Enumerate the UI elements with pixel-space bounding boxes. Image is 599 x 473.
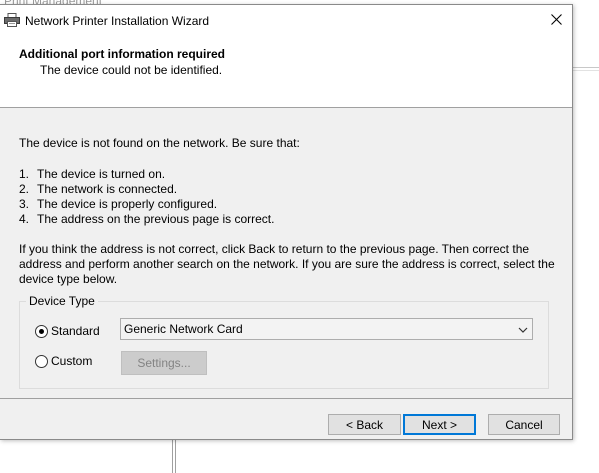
- intro-text: The device is not found on the network. …: [19, 136, 300, 150]
- back-button[interactable]: < Back: [328, 414, 401, 435]
- standard-radio-label[interactable]: Standard: [51, 324, 100, 338]
- cancel-button[interactable]: Cancel: [488, 414, 560, 435]
- checklist-text: The device is turned on.: [37, 167, 166, 181]
- checklist-item: 4. The address on the previous page is co…: [19, 212, 274, 226]
- next-button[interactable]: Next >: [403, 414, 476, 435]
- close-button[interactable]: [540, 5, 572, 36]
- page-subtitle: The device could not be identified.: [40, 63, 223, 77]
- checklist-text: The network is connected.: [37, 182, 178, 196]
- checklist-item: 2. The network is connected.: [19, 182, 177, 196]
- standard-radio-option[interactable]: Standard: [35, 324, 100, 338]
- network-printer-wizard-dialog: Network Printer Installation Wizard Addi…: [0, 4, 573, 440]
- device-type-group: Device Type Standard Generic Network Car…: [19, 294, 549, 389]
- instructions-line: device type below.: [19, 272, 118, 286]
- instructions-line: If you think the address is not correct,…: [19, 242, 530, 256]
- checklist-number: 3.: [19, 197, 30, 211]
- background-divider: [573, 70, 599, 71]
- title-bar[interactable]: Network Printer Installation Wizard: [0, 5, 572, 36]
- window-title: Network Printer Installation Wizard: [25, 14, 210, 28]
- background-divider: [573, 67, 599, 68]
- device-type-dropdown[interactable]: Generic Network Card: [120, 318, 533, 340]
- settings-button[interactable]: Settings...: [121, 351, 207, 375]
- checklist-number: 2.: [19, 182, 30, 196]
- checklist-number: 4.: [19, 212, 30, 226]
- page-title: Additional port information required: [19, 47, 225, 61]
- close-icon: [550, 13, 562, 28]
- device-type-selected-value: Generic Network Card: [124, 322, 243, 336]
- custom-radio-label[interactable]: Custom: [51, 354, 92, 368]
- chevron-down-icon: [518, 324, 528, 334]
- background-splitter[interactable]: [172, 440, 176, 473]
- checklist-text: The device is properly configured.: [37, 197, 218, 211]
- wizard-header: Additional port information required The…: [0, 36, 572, 108]
- printer-icon: [4, 13, 20, 27]
- checklist-number: 1.: [19, 167, 30, 181]
- custom-radio-option[interactable]: Custom: [35, 354, 92, 368]
- footer-divider: [0, 398, 572, 399]
- checklist-text: The address on the previous page is corr…: [37, 212, 275, 226]
- checklist-item: 3. The device is properly configured.: [19, 197, 217, 211]
- standard-radio[interactable]: [35, 324, 48, 338]
- custom-radio[interactable]: [35, 354, 48, 368]
- checklist-item: 1. The device is turned on.: [19, 167, 165, 181]
- device-type-legend: Device Type: [26, 294, 98, 308]
- instructions-line: address and perform another search on th…: [19, 257, 555, 271]
